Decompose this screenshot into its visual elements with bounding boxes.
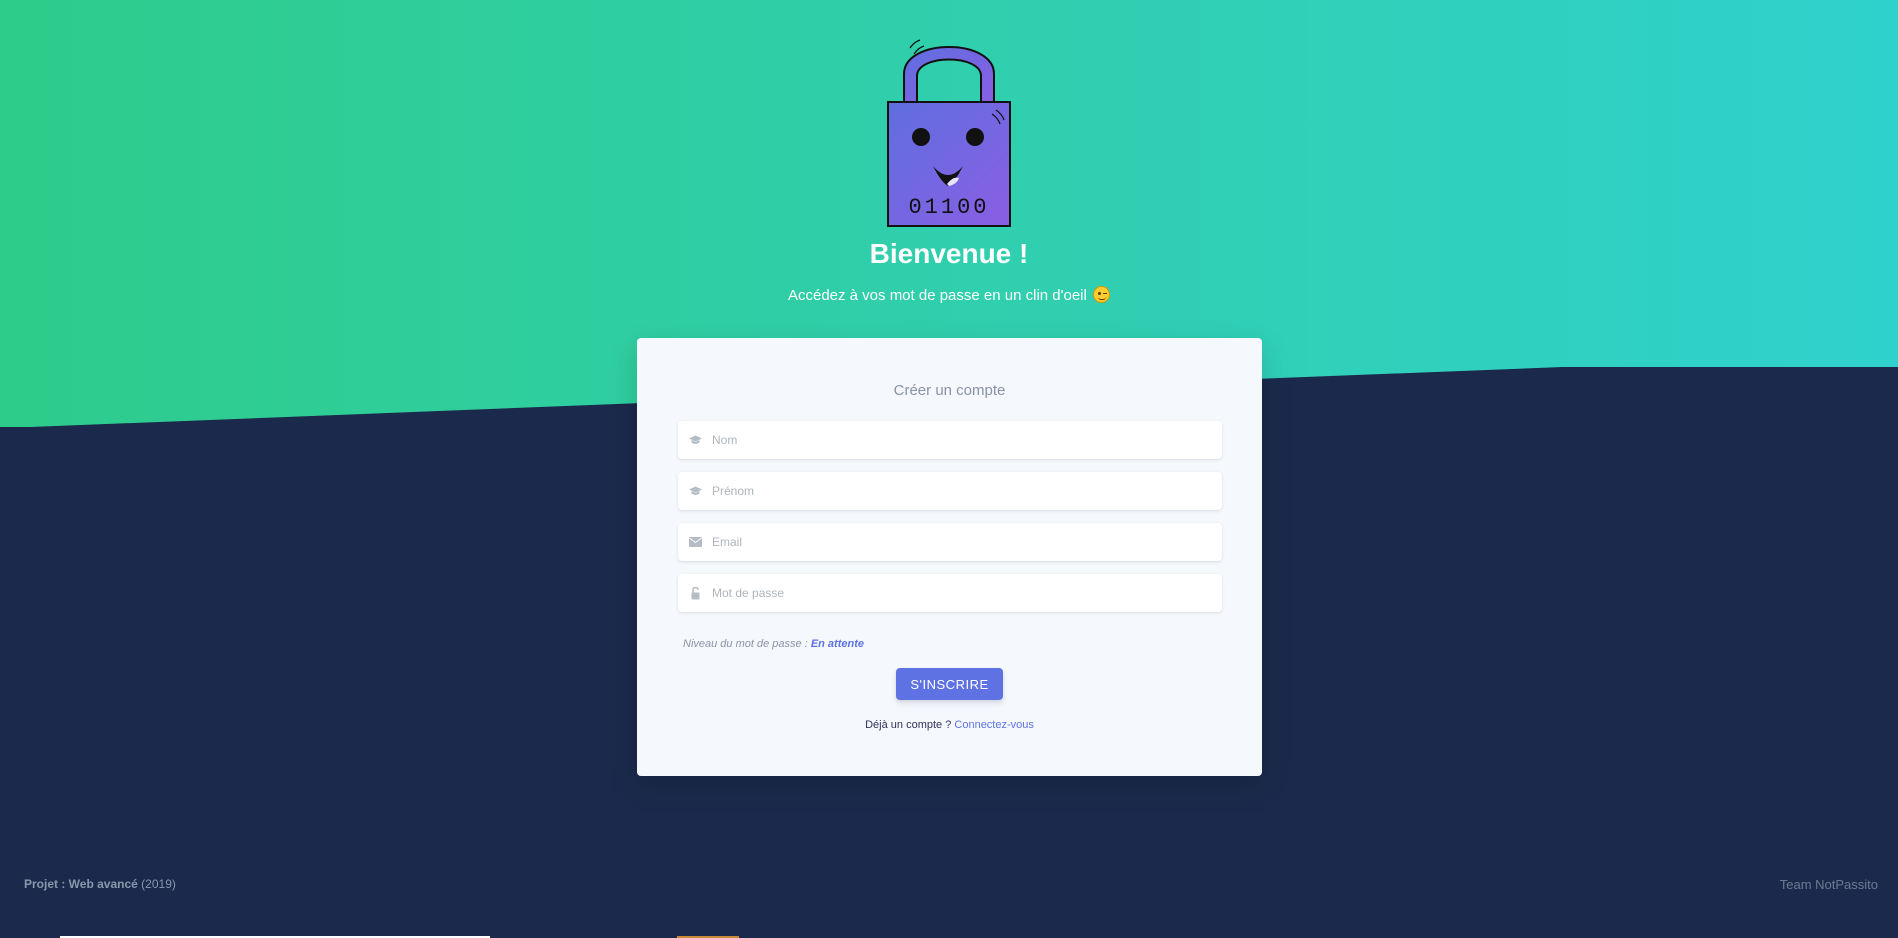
page-title: Bienvenue ! — [869, 238, 1029, 269]
firstname-input[interactable] — [712, 472, 1222, 510]
strength-value: En attente — [810, 638, 864, 650]
envelope-icon — [678, 537, 712, 547]
name-input[interactable] — [712, 421, 1222, 459]
password-strength: Niveau du mot de passe : En attente — [683, 638, 864, 650]
wink-emoji-icon — [1093, 286, 1111, 303]
subtitle-text: Accédez à vos mot de passe en un clin d'… — [787, 287, 1087, 304]
footer-project-label: Projet : Web avancé — [24, 877, 138, 891]
graduation-cap-icon — [678, 435, 712, 446]
unlock-icon — [678, 586, 712, 600]
page-subtitle: Accédez à vos mot de passe en un clin d'… — [0, 286, 1898, 304]
footer-project: Projet : Web avancé (2019) — [24, 877, 176, 891]
login-link[interactable]: Connectez-vous — [954, 719, 1034, 731]
card-heading: Créer un compte — [893, 382, 1006, 399]
login-prompt: Déjà un compte ? Connectez-vous — [637, 719, 1262, 731]
footer-team: Team NotPassito — [1779, 877, 1878, 892]
footer-year: (2019) — [141, 877, 176, 891]
password-field[interactable] — [678, 574, 1222, 612]
strength-label: Niveau du mot de passe : — [683, 638, 808, 650]
already-text: Déjà un compte ? — [865, 719, 952, 731]
register-button[interactable]: S'INSCRIRE — [896, 668, 1003, 700]
name-field[interactable] — [678, 421, 1222, 459]
firstname-field[interactable] — [678, 472, 1222, 510]
padlock-logo: 01100 — [887, 39, 1011, 227]
register-card: Créer un compte Niveau du mot de passe :… — [637, 338, 1262, 776]
email-input[interactable] — [712, 523, 1222, 561]
graduation-cap-icon — [678, 486, 712, 497]
logo-binary-text: 01100 — [908, 195, 989, 220]
password-input[interactable] — [712, 574, 1222, 612]
email-field[interactable] — [678, 523, 1222, 561]
